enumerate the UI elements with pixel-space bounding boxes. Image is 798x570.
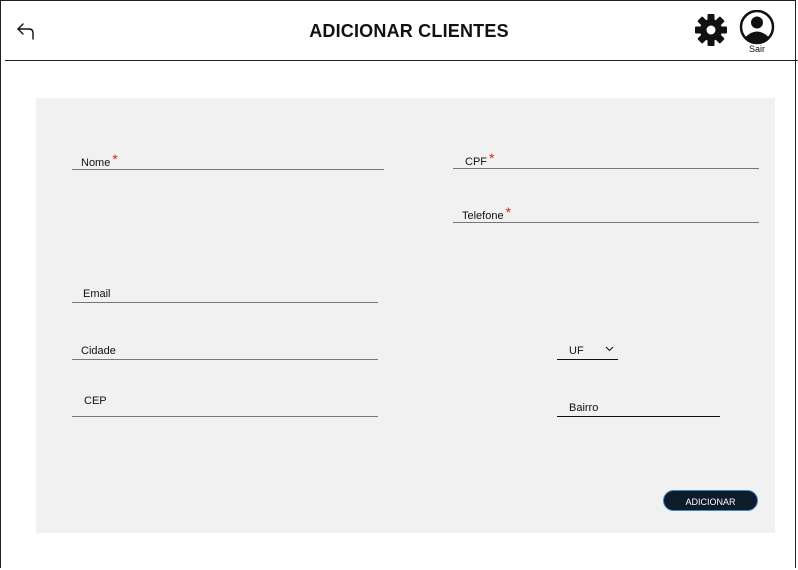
telefone-field[interactable]: Telefone * [453,201,759,223]
telefone-underline [453,222,759,223]
cpf-underline [453,168,759,169]
telefone-label: Telefone * [462,204,512,222]
cidade-label: Cidade [81,345,116,357]
cpf-field[interactable]: CPF * [453,147,759,169]
logout-label[interactable]: Sair [741,44,773,54]
bairro-field[interactable]: Bairro [557,396,720,417]
header-divider [5,60,798,61]
nome-label: Nome * [81,151,118,169]
email-underline [72,302,378,303]
cidade-field[interactable]: Cidade [72,340,378,360]
email-field[interactable]: Email [72,283,378,303]
uf-label: UF [569,345,584,357]
settings-button[interactable] [693,12,729,48]
nome-field[interactable]: Nome * [72,148,384,170]
bairro-underline [557,416,720,417]
user-avatar-button[interactable] [738,9,776,48]
page-title: ADICIONAR CLIENTES [309,21,509,41]
cep-underline [72,416,378,417]
required-mark: * [505,204,512,220]
user-avatar-icon [739,9,775,45]
required-mark: * [112,151,118,167]
uf-select[interactable]: UF [557,341,618,360]
uf-underline [557,359,618,360]
chevron-down-icon [605,346,614,352]
bairro-label: Bairro [569,402,599,414]
email-label: Email [83,288,111,300]
cep-field[interactable]: CEP [72,390,378,417]
cpf-label: CPF * [465,150,495,168]
add-client-button[interactable]: ADICIONAR [663,490,758,511]
cidade-underline [72,359,378,360]
required-mark: * [489,150,495,166]
cep-label: CEP [84,395,107,407]
gear-icon [695,14,727,46]
nome-underline [72,169,384,170]
